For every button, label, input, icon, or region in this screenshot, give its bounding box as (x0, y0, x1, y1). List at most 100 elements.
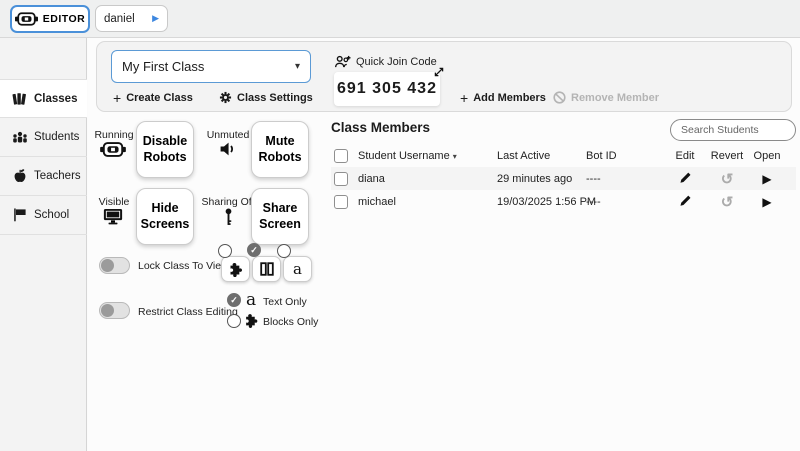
sidebar-item-school[interactable]: School (0, 196, 87, 235)
open-play-icon[interactable]: ▶ (751, 195, 783, 209)
check-icon: ✓ (250, 246, 258, 255)
quick-join-label: Quick Join Code (356, 56, 437, 68)
create-class-label: Create Class (126, 92, 193, 104)
mute-robots-button[interactable]: Mute Robots (251, 121, 309, 178)
toggle-knob (101, 259, 114, 272)
lock-class-label: Lock Class To View (138, 260, 229, 272)
class-settings-label: Class Settings (237, 92, 313, 104)
quick-join-code[interactable]: 691 305 432 (334, 72, 440, 106)
run-user-icon[interactable]: ▶ (152, 14, 159, 23)
sidebar-item-teachers[interactable]: Teachers (0, 157, 87, 196)
text-only-label: Text Only (263, 296, 307, 308)
row-bot-id: ---- (586, 196, 601, 208)
lock-class-toggle[interactable] (99, 257, 130, 274)
plus-icon: + (113, 91, 121, 105)
apple-icon (12, 168, 28, 184)
robot-head-icon (15, 12, 38, 26)
row-checkbox[interactable] (334, 195, 348, 209)
letter-a-icon: a (246, 292, 256, 309)
edit-pencil-icon[interactable] (671, 194, 699, 210)
class-header-card: My First Class ▾ + Create Class (96, 41, 792, 112)
robots-status-label: Running (86, 129, 142, 141)
class-select-value: My First Class (122, 59, 204, 74)
columns-icon (260, 262, 274, 276)
audio-status-label: Unmuted (200, 129, 256, 141)
puzzle-icon (245, 313, 258, 328)
class-members-title: Class Members (331, 120, 430, 135)
plus-icon: + (460, 91, 468, 105)
gear-icon (219, 91, 232, 104)
top-bar: EDITOR daniel ▶ (0, 0, 800, 38)
members-table-header: Student Username▾ Last Active Bot ID Edi… (331, 145, 796, 167)
chevron-down-icon: ▾ (295, 61, 300, 72)
class-settings-button[interactable]: Class Settings (219, 91, 313, 104)
quick-join-label-row: Quick Join Code (334, 55, 437, 68)
books-icon (12, 91, 28, 107)
add-members-label: Add Members (473, 92, 546, 104)
blocks-only-radio[interactable] (227, 314, 241, 328)
col-username[interactable]: Student Username▾ (358, 150, 457, 162)
view-option-radio-text[interactable] (277, 244, 291, 258)
row-last-active: 29 minutes ago (497, 173, 572, 185)
expand-code-icon[interactable] (433, 66, 445, 78)
sidebar-item-students[interactable]: Students (0, 118, 87, 157)
letter-a-icon: a (293, 262, 302, 277)
remove-member-label: Remove Member (571, 92, 659, 104)
row-checkbox[interactable] (334, 172, 348, 186)
text-view-button[interactable]: a (283, 256, 312, 282)
text-only-radio[interactable]: ✓ (227, 293, 241, 307)
table-row: michael 19/03/2025 1:56 PM ---- ↺ ▶ (331, 190, 796, 213)
blocks-view-button[interactable] (221, 256, 250, 282)
robot-running-icon (100, 142, 126, 157)
open-play-icon[interactable]: ▶ (751, 172, 783, 186)
revert-icon[interactable]: ↺ (709, 170, 745, 188)
user-tab-label: daniel (104, 13, 135, 25)
sidebar-label-classes: Classes (34, 93, 77, 105)
search-students-input[interactable] (670, 119, 796, 141)
col-bot-id: Bot ID (586, 150, 617, 162)
person-add-icon (334, 55, 351, 68)
view-option-radio-blocks[interactable] (218, 244, 232, 258)
row-username: diana (358, 173, 385, 185)
speaker-icon (219, 141, 236, 157)
revert-icon[interactable]: ↺ (709, 193, 745, 211)
no-entry-icon (553, 91, 566, 104)
toggle-knob (101, 304, 114, 317)
sharing-status-label: Sharing Off (200, 196, 256, 208)
key-icon (224, 208, 233, 226)
select-all-checkbox[interactable] (334, 149, 348, 163)
col-last-active: Last Active (497, 150, 550, 162)
remove-member-button[interactable]: Remove Member (553, 91, 659, 104)
sort-caret-icon: ▾ (453, 152, 457, 161)
sidebar-label-teachers: Teachers (34, 170, 81, 182)
share-screen-button[interactable]: Share Screen (251, 188, 309, 245)
class-select-dropdown[interactable]: My First Class ▾ (111, 50, 311, 83)
sidebar: Classes Students Teachers (0, 38, 87, 451)
app-window: EDITOR daniel ▶ Classes (0, 0, 800, 451)
view-option-radio-split[interactable]: ✓ (247, 243, 261, 257)
create-class-button[interactable]: + Create Class (113, 91, 193, 105)
flag-icon (12, 207, 28, 223)
restrict-editing-label: Restrict Class Editing (138, 306, 238, 318)
sidebar-label-students: Students (34, 131, 79, 143)
row-username: michael (358, 196, 396, 208)
sidebar-label-school: School (34, 209, 69, 221)
restrict-editing-toggle[interactable] (99, 302, 130, 319)
edit-pencil-icon[interactable] (671, 171, 699, 187)
editor-label: EDITOR (43, 13, 85, 25)
row-bot-id: ---- (586, 173, 601, 185)
add-members-button[interactable]: + Add Members (460, 91, 546, 105)
check-icon: ✓ (230, 296, 238, 305)
disable-robots-button[interactable]: Disable Robots (136, 121, 194, 178)
split-view-button[interactable] (252, 256, 281, 282)
editor-button[interactable]: EDITOR (10, 5, 90, 33)
user-tab-daniel[interactable]: daniel ▶ (95, 5, 168, 32)
sidebar-item-classes[interactable]: Classes (0, 79, 87, 118)
table-row: diana 29 minutes ago ---- ↺ ▶ (331, 167, 796, 190)
main-content: My First Class ▾ + Create Class (88, 38, 800, 451)
monitor-icon (103, 208, 123, 225)
puzzle-icon (229, 262, 243, 277)
students-icon (12, 129, 28, 145)
col-open: Open (751, 150, 783, 162)
hide-screens-button[interactable]: Hide Screens (136, 188, 194, 245)
